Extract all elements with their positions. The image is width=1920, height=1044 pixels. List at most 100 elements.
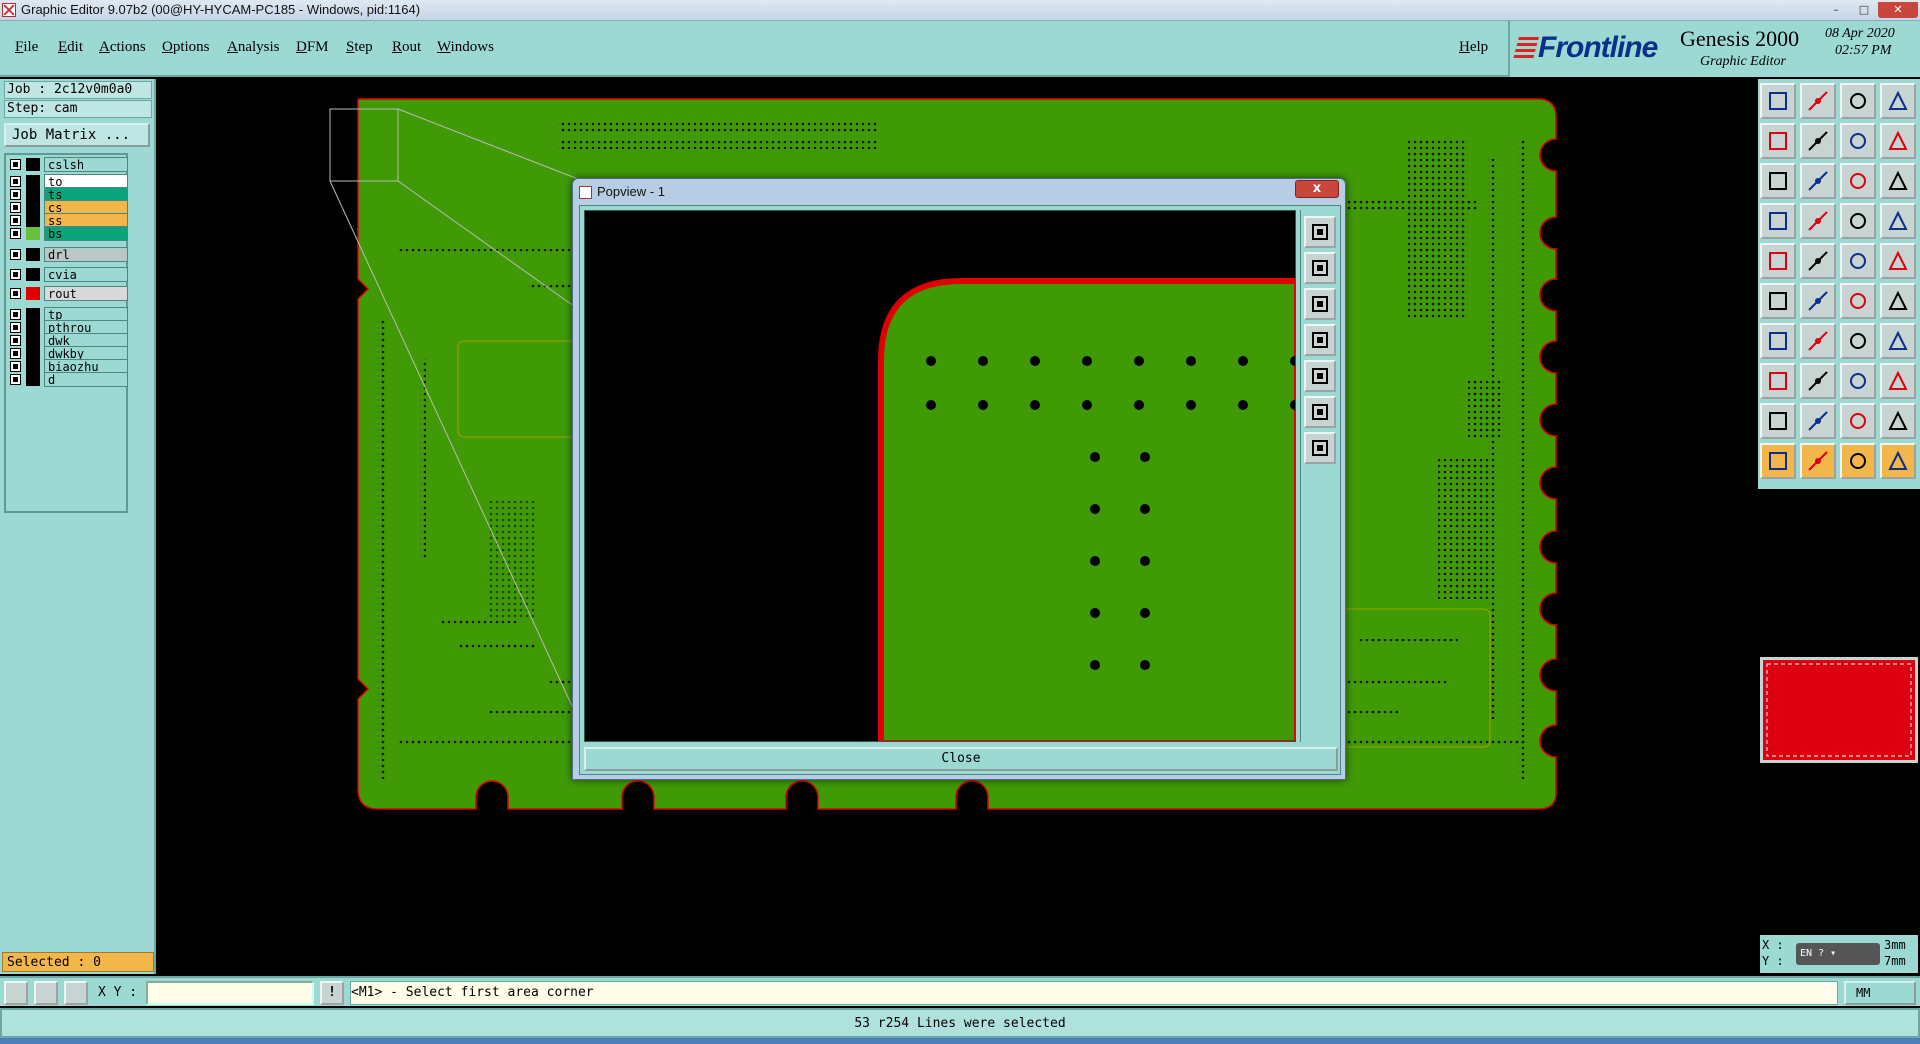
- units-button[interactable]: MM: [1844, 981, 1916, 1005]
- popview-left-button[interactable]: [1304, 324, 1336, 356]
- popview-down-button[interactable]: [1304, 288, 1336, 320]
- menu-rout[interactable]: Rout: [392, 39, 421, 56]
- arc-button[interactable]: [1840, 283, 1876, 319]
- layer-checkbox[interactable]: [10, 215, 21, 226]
- layer-checkbox[interactable]: [10, 189, 21, 200]
- zoom-fit-button[interactable]: [1880, 123, 1916, 159]
- maximize-button[interactable]: □: [1850, 2, 1878, 18]
- layer-checkbox[interactable]: [10, 335, 21, 346]
- menu-windows[interactable]: Windows: [437, 39, 494, 56]
- layer-checkbox[interactable]: [10, 159, 21, 170]
- nodes-button[interactable]: [1760, 363, 1796, 399]
- menu-analysis[interactable]: Analysis: [227, 39, 280, 56]
- layer-row-cvia[interactable]: cvia: [8, 267, 128, 282]
- popview-canvas[interactable]: [584, 210, 1296, 742]
- layer-row-cslsh[interactable]: cslsh: [8, 157, 128, 172]
- popview-right-button[interactable]: [1304, 360, 1336, 392]
- layer-row-d[interactable]: d: [8, 372, 128, 387]
- layer-checkbox[interactable]: [10, 249, 21, 260]
- pointer4-button[interactable]: [1880, 443, 1916, 479]
- layer-row-drl[interactable]: drl: [8, 247, 128, 262]
- pointer2-button[interactable]: [1800, 443, 1836, 479]
- menu-help[interactable]: Help: [1459, 39, 1488, 56]
- menu-edit[interactable]: Edit: [58, 39, 83, 56]
- a2-button[interactable]: [1840, 403, 1876, 439]
- arrow-button[interactable]: [1880, 283, 1916, 319]
- menu-dfm[interactable]: DFM: [296, 39, 329, 56]
- layer-color-swatch[interactable]: [26, 268, 40, 281]
- save-button[interactable]: [1800, 83, 1836, 119]
- layer-checkbox[interactable]: [10, 202, 21, 213]
- layer-name[interactable]: cslsh: [44, 157, 128, 172]
- layer-row-rout[interactable]: rout: [8, 286, 128, 301]
- layer-checkbox[interactable]: [10, 288, 21, 299]
- layer-color-swatch[interactable]: [26, 248, 40, 261]
- popview-close-button[interactable]: Close: [584, 747, 1338, 771]
- layer-checkbox[interactable]: [10, 374, 21, 385]
- scale-button[interactable]: [1840, 163, 1876, 199]
- groups-button[interactable]: [1880, 363, 1916, 399]
- menu-step[interactable]: Step: [346, 39, 373, 56]
- popview-zoom-in-button[interactable]: [1304, 432, 1336, 464]
- layer-checkbox[interactable]: [10, 228, 21, 239]
- layer-checkbox[interactable]: [10, 348, 21, 359]
- window-close-button[interactable]: ✕: [1878, 2, 1918, 18]
- import-button[interactable]: [1760, 123, 1796, 159]
- info-button[interactable]: !: [320, 981, 344, 1005]
- connect-button[interactable]: [1760, 283, 1796, 319]
- layer-checkbox[interactable]: [10, 361, 21, 372]
- a-button[interactable]: [1800, 403, 1836, 439]
- draw-button[interactable]: [1760, 323, 1796, 359]
- resize-button[interactable]: [1840, 363, 1876, 399]
- help-button[interactable]: [1880, 163, 1916, 199]
- align-button[interactable]: [1880, 323, 1916, 359]
- layer-color-swatch[interactable]: [26, 158, 40, 171]
- layer-name[interactable]: drl: [44, 247, 128, 262]
- export-button[interactable]: [1800, 123, 1836, 159]
- minimap[interactable]: [1760, 657, 1918, 763]
- popview-close-x-button[interactable]: x: [1295, 180, 1339, 198]
- layer-color-swatch[interactable]: [26, 373, 40, 386]
- layout-button[interactable]: [1880, 83, 1916, 119]
- triangle-button[interactable]: [1760, 403, 1796, 439]
- pointer-button[interactable]: [1760, 443, 1796, 479]
- layer-color-swatch[interactable]: [26, 287, 40, 300]
- layer-color-swatch[interactable]: [26, 227, 40, 240]
- home-button[interactable]: [1840, 83, 1876, 119]
- grid-button[interactable]: [1800, 203, 1836, 239]
- pan-button[interactable]: [1800, 163, 1836, 199]
- pad-button[interactable]: [1760, 243, 1796, 279]
- xy-input[interactable]: [146, 981, 314, 1005]
- flip-button[interactable]: [1840, 123, 1876, 159]
- menu-options[interactable]: Options: [162, 39, 210, 56]
- popview-fit-button[interactable]: [1304, 216, 1336, 248]
- circle-button[interactable]: [1880, 243, 1916, 279]
- layer-name[interactable]: d: [44, 372, 128, 387]
- ime-toolbar[interactable]: EN ? ▾: [1796, 943, 1880, 965]
- slash-button[interactable]: [1800, 323, 1836, 359]
- open-button[interactable]: [1760, 83, 1796, 119]
- popview-up-button[interactable]: [1304, 252, 1336, 284]
- a3-button[interactable]: [1880, 403, 1916, 439]
- layer-name[interactable]: bs: [44, 226, 128, 241]
- snap-mode-button[interactable]: [4, 981, 28, 1005]
- layer-name[interactable]: rout: [44, 286, 128, 301]
- snap-button[interactable]: [1840, 203, 1876, 239]
- layer-checkbox[interactable]: [10, 176, 21, 187]
- layer-checkbox[interactable]: [10, 322, 21, 333]
- layer-row-bs[interactable]: bs: [8, 226, 128, 241]
- cross-button[interactable]: [1800, 283, 1836, 319]
- minimize-button[interactable]: –: [1822, 2, 1850, 18]
- menu-file[interactable]: File: [15, 39, 38, 56]
- layer-checkbox[interactable]: [10, 309, 21, 320]
- grid-button[interactable]: [64, 981, 88, 1005]
- job-matrix-button[interactable]: Job Matrix ...: [4, 123, 150, 147]
- pointer3-button[interactable]: [1840, 443, 1876, 479]
- measure-button[interactable]: [1880, 203, 1916, 239]
- ruler-button[interactable]: [1840, 243, 1876, 279]
- menu-actions[interactable]: Actions: [99, 39, 146, 56]
- center-button[interactable]: [1760, 163, 1796, 199]
- popview-zoom-out-button[interactable]: [1304, 396, 1336, 428]
- layer-name[interactable]: cvia: [44, 267, 128, 282]
- line-button[interactable]: [1800, 243, 1836, 279]
